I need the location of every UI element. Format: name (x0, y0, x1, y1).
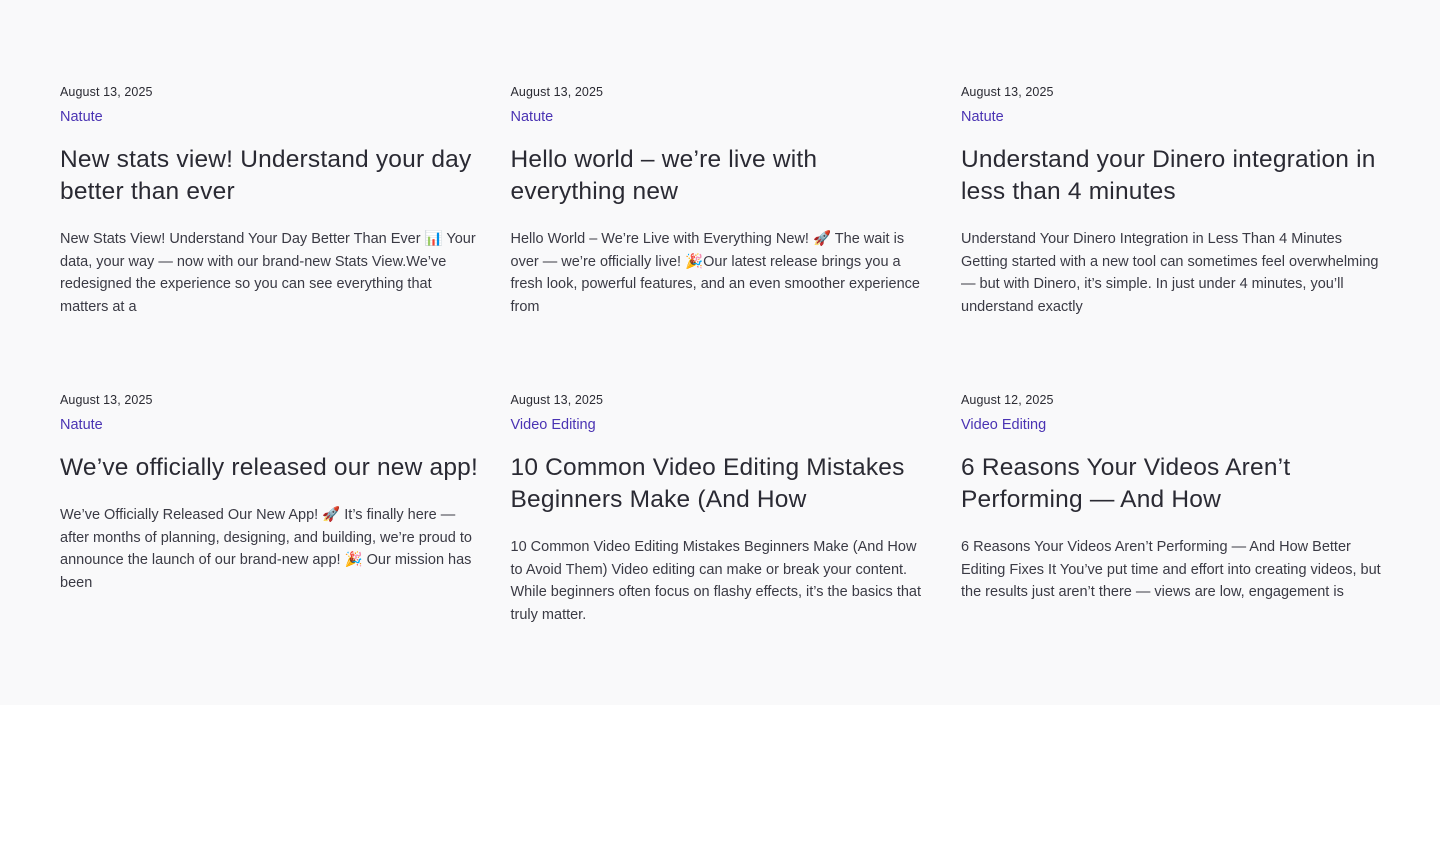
post-card[interactable]: August 13, 2025 Natute Hello world – we’… (511, 84, 931, 392)
post-card[interactable]: August 13, 2025 Natute Understand your D… (961, 84, 1381, 392)
post-card[interactable]: August 13, 2025 Video Editing 10 Common … (511, 392, 931, 700)
post-card[interactable]: August 12, 2025 Video Editing 6 Reasons … (961, 392, 1381, 700)
post-title[interactable]: 6 Reasons Your Videos Aren’t Performing … (961, 452, 1381, 516)
post-excerpt: 6 Reasons Your Videos Aren’t Performing … (961, 539, 1381, 601)
post-category-link[interactable]: Natute (60, 415, 103, 435)
post-title[interactable]: Understand your Dinero integration in le… (961, 144, 1381, 208)
post-date: August 13, 2025 (510, 85, 604, 99)
post-category-link[interactable]: Video Editing (511, 415, 596, 435)
post-date: August 13, 2025 (510, 393, 604, 407)
post-date: August 13, 2025 (60, 393, 153, 407)
post-card[interactable]: August 13, 2025 Natute We’ve officially … (60, 392, 480, 700)
post-date: August 12, 2025 (961, 393, 1054, 407)
post-excerpt: Hello World – We’re Live with Everything… (510, 231, 920, 315)
post-card[interactable]: August 13, 2025 Natute New stats view! U… (60, 84, 480, 392)
post-category-link[interactable]: Video Editing (961, 415, 1046, 435)
post-excerpt: We’ve Officially Released Our New App! 🚀… (60, 507, 472, 591)
post-title[interactable]: New stats view! Understand your day bett… (60, 144, 480, 208)
post-excerpt: 10 Common Video Editing Mistakes Beginne… (510, 539, 922, 623)
post-category-link[interactable]: Natute (60, 107, 103, 127)
post-excerpt: New Stats View! Understand Your Day Bett… (60, 231, 476, 315)
post-grid: August 13, 2025 Natute New stats view! U… (60, 84, 1381, 700)
post-title[interactable]: We’ve officially released our new app! (60, 452, 480, 484)
post-date: August 13, 2025 (961, 85, 1054, 99)
post-title[interactable]: Hello world – we’re live with everything… (511, 144, 931, 208)
post-category-link[interactable]: Natute (961, 107, 1004, 127)
blog-posts-section: August 13, 2025 Natute New stats view! U… (0, 0, 1440, 705)
post-excerpt: Understand Your Dinero Integration in Le… (961, 231, 1379, 315)
post-date: August 13, 2025 (60, 85, 153, 99)
post-title[interactable]: 10 Common Video Editing Mistakes Beginne… (511, 452, 931, 516)
post-category-link[interactable]: Natute (511, 107, 554, 127)
